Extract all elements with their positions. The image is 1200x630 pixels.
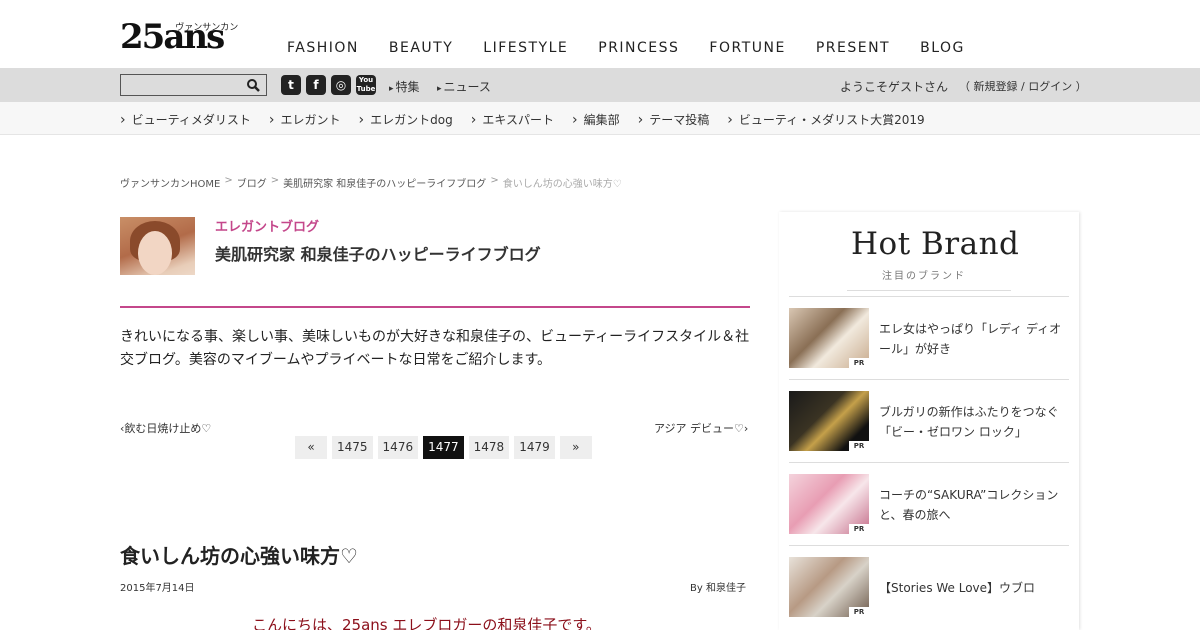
pager-page[interactable]: 1479 [514,436,555,459]
logo-kana: ヴァンサンカン [175,23,239,33]
nav-present[interactable]: PRESENT [816,40,890,56]
util-link-features[interactable]: 特集 [389,78,420,95]
pr-badge: PR [849,524,869,534]
blog-description: きれいになる事、楽しい事、美味しいものが大好きな和泉佳子の、ビューティーライフス… [120,329,750,368]
hot-brand-item[interactable]: PR エレ女はやっぱり「レディ ディオール」が好き [789,296,1069,379]
prev-post-title: 飲む日焼け止め♡ [124,422,212,435]
blog-name[interactable]: 美肌研究家 和泉佳子のハッピーライフブログ [215,241,541,265]
search-icon[interactable] [246,78,260,92]
main-nav: FASHION BEAUTY LIFESTYLE PRINCESS FORTUN… [287,40,995,56]
pager-page[interactable]: 1478 [468,436,510,459]
facebook-icon[interactable]: f [306,75,326,95]
login-link[interactable]: （ 新規登録 / ログイン ） [959,78,1087,94]
nav-beauty[interactable]: BEAUTY [389,40,453,56]
blog-category[interactable]: エレガントブログ [215,216,319,235]
subnav-item-beauty-medalist[interactable]: ビューティメダリスト [120,111,251,128]
hot-brand-list: PR エレ女はやっぱり「レディ ディオール」が好き PR ブルガリの新作はふたり… [789,296,1069,628]
subnav-item-editorial[interactable]: 編集部 [572,111,620,128]
pr-badge: PR [849,358,869,368]
subnav-item-theme-post[interactable]: テーマ投稿 [638,111,709,128]
article-title: 食いしん坊の心強い味方♡ [120,544,358,568]
site-logo[interactable]: 25ans ヴァンサンカン [120,18,238,58]
pagination: « 1475 1476 1477 1478 1479 » [295,436,592,459]
pager-page-current: 1477 [423,436,464,459]
welcome-text: ようこそゲストさん [840,80,949,94]
sub-nav: ビューティメダリスト エレガント エレガントdog エキスパート 編集部 テーマ… [0,102,1200,135]
breadcrumb-blog[interactable]: ブログ [237,175,267,190]
hot-brand-title[interactable]: コーチの“SAKURA”コレクションと、春の旅へ [879,463,1069,546]
breadcrumb-current: 食いしん坊の心強い味方♡ [502,179,622,190]
article-author[interactable]: By 和泉佳子 [690,579,746,594]
youtube-icon[interactable]: You Tube [356,75,376,95]
sidebar-title: Hot Brand [851,226,1020,262]
subnav-item-elegant-dog[interactable]: エレガントdog [359,111,453,128]
hot-brand-thumbnail[interactable]: PR [789,474,869,534]
instagram-icon[interactable]: ◎ [331,75,351,95]
pager-page[interactable]: 1475 [332,436,373,459]
next-post-title: アジア デビュー♡ [654,422,744,435]
author-avatar[interactable] [120,217,195,292]
util-link-news[interactable]: ニュース [437,78,491,95]
sidebar-subtitle: 注目のブランド [882,271,966,282]
nav-blog[interactable]: BLOG [920,40,965,56]
pr-badge: PR [849,441,869,451]
hot-brand-thumbnail[interactable]: PR [789,308,869,368]
article-date: 2015年7月14日 [120,583,195,594]
pager-first[interactable]: « [295,436,327,459]
pr-badge: PR [849,607,869,617]
hot-brand-sidebar: Hot Brand 注目のブランド PR エレ女はやっぱり「レディ ディオール」… [779,212,1079,630]
subnav-item-medalist-award[interactable]: ビューティ・メダリスト大賞2019 [727,111,925,128]
hot-brand-thumbnail[interactable]: PR [789,557,869,617]
search-box [120,74,267,96]
social-links: t f ◎ You Tube [281,75,376,95]
hot-brand-title[interactable]: ブルガリの新作はふたりをつなぐ「ビー・ゼロワン ロック」 [879,380,1069,463]
subnav-item-elegant[interactable]: エレガント [269,111,341,128]
article-intro: こんにちは、25ans エレブロガーの和泉佳子です。 [252,616,601,630]
twitter-icon[interactable]: t [281,75,301,95]
pager-last[interactable]: » [559,436,592,459]
breadcrumb-home[interactable]: ヴァンサンカンHOME [120,175,220,190]
next-post-link[interactable]: アジア デビュー♡› [654,420,748,436]
nav-princess[interactable]: PRINCESS [598,40,679,56]
utility-bar: t f ◎ YouTube 特集 ニュース ようこそゲストさん （ 新規登録 /… [0,68,1200,102]
breadcrumb-blog-name[interactable]: 美肌研究家 和泉佳子のハッピーライフブログ [283,175,486,190]
search-input[interactable] [121,75,239,96]
nav-fashion[interactable]: FASHION [287,40,359,56]
pager-page[interactable]: 1476 [377,436,419,459]
subnav-item-expert[interactable]: エキスパート [471,111,554,128]
hot-brand-item[interactable]: PR ブルガリの新作はふたりをつなぐ「ビー・ゼロワン ロック」 [789,379,1069,462]
sidebar-divider [847,290,1011,291]
breadcrumb: ヴァンサンカンHOME > ブログ > 美肌研究家 和泉佳子のハッピーライフブロ… [120,175,622,190]
nav-fortune[interactable]: FORTUNE [709,40,785,56]
divider [120,306,750,308]
hot-brand-item[interactable]: PR 【Stories We Love】ウブロ [789,545,1069,628]
prev-post-link[interactable]: ‹飲む日焼け止め♡ [120,420,211,436]
hot-brand-thumbnail[interactable]: PR [789,391,869,451]
hot-brand-item[interactable]: PR コーチの“SAKURA”コレクションと、春の旅へ [789,462,1069,545]
hot-brand-title[interactable]: 【Stories We Love】ウブロ [879,546,1069,629]
nav-lifestyle[interactable]: LIFESTYLE [483,40,568,56]
hot-brand-title[interactable]: エレ女はやっぱり「レディ ディオール」が好き [879,297,1069,380]
